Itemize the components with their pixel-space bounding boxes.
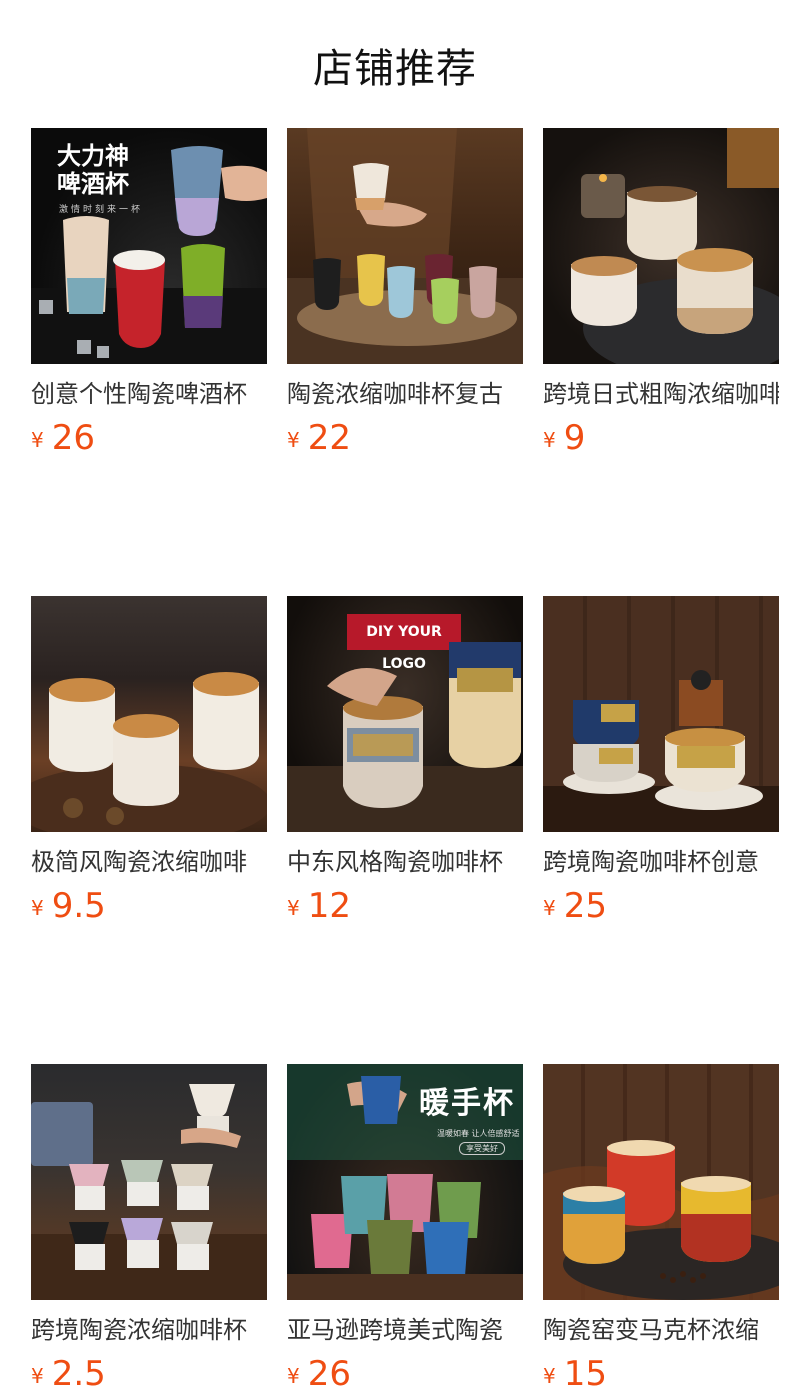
image-caption: 大力神 bbox=[57, 142, 129, 170]
currency-symbol: ¥ bbox=[287, 896, 300, 920]
product-card[interactable]: 极简风陶瓷浓缩咖啡 ¥9.5 bbox=[31, 596, 267, 932]
product-price: ¥22 bbox=[287, 418, 523, 464]
product-name[interactable]: 跨境日式粗陶浓缩咖啡 bbox=[543, 378, 779, 410]
product-price: ¥15 bbox=[543, 1354, 779, 1400]
price-value: 26 bbox=[51, 418, 95, 458]
image-caption: 啤酒杯 bbox=[57, 170, 129, 198]
currency-symbol: ¥ bbox=[31, 428, 44, 452]
price-value: 9.5 bbox=[51, 886, 106, 926]
product-price: ¥12 bbox=[287, 886, 523, 932]
currency-symbol: ¥ bbox=[543, 428, 556, 452]
product-image[interactable]: 大力神 啤酒杯 激情时刻来一杯 bbox=[31, 128, 267, 364]
price-value: 25 bbox=[563, 886, 607, 926]
product-card[interactable]: DIY YOUR LOGO 中东风格陶瓷咖啡杯 ¥12 bbox=[287, 596, 523, 932]
product-name[interactable]: 跨境陶瓷浓缩咖啡杯 bbox=[31, 1314, 267, 1346]
product-price: ¥9 bbox=[543, 418, 779, 464]
product-name[interactable]: 跨境陶瓷咖啡杯创意 bbox=[543, 846, 779, 878]
product-name[interactable]: 亚马逊跨境美式陶瓷 bbox=[287, 1314, 523, 1346]
product-price: ¥2.5 bbox=[31, 1354, 267, 1400]
product-image[interactable] bbox=[287, 128, 523, 364]
product-image[interactable]: 暖手杯 温暖如春 让人倍感舒适 享受美好 bbox=[287, 1064, 523, 1300]
product-card[interactable]: 跨境日式粗陶浓缩咖啡 ¥9 bbox=[543, 128, 779, 464]
image-caption: DIY YOUR LOGO bbox=[366, 624, 442, 672]
currency-symbol: ¥ bbox=[543, 896, 556, 920]
image-caption: 激情时刻来一杯 bbox=[59, 205, 144, 215]
image-caption: 温暖如春 让人倍感舒适 bbox=[437, 1129, 520, 1138]
currency-symbol: ¥ bbox=[31, 896, 44, 920]
price-value: 9 bbox=[563, 418, 586, 458]
product-name[interactable]: 创意个性陶瓷啤酒杯 bbox=[31, 378, 267, 410]
page-title: 店铺推荐 bbox=[313, 46, 477, 92]
product-image[interactable] bbox=[543, 128, 779, 364]
product-price: ¥26 bbox=[287, 1354, 523, 1400]
product-name[interactable]: 陶瓷窑变马克杯浓缩 bbox=[543, 1314, 779, 1346]
product-card[interactable]: 暖手杯 温暖如春 让人倍感舒适 享受美好 亚马逊跨境美式陶瓷 ¥26 bbox=[287, 1064, 523, 1400]
product-image[interactable] bbox=[31, 596, 267, 832]
product-image[interactable] bbox=[543, 1064, 779, 1300]
image-caption: 暖手杯 bbox=[419, 1086, 515, 1121]
price-value: 2.5 bbox=[51, 1354, 106, 1394]
product-name[interactable]: 陶瓷浓缩咖啡杯复古 bbox=[287, 378, 523, 410]
product-image[interactable] bbox=[31, 1064, 267, 1300]
product-card[interactable]: 跨境陶瓷咖啡杯创意 ¥25 bbox=[543, 596, 779, 932]
price-value: 26 bbox=[307, 1354, 351, 1394]
product-card[interactable]: 陶瓷窑变马克杯浓缩 ¥15 bbox=[543, 1064, 779, 1400]
product-price: ¥9.5 bbox=[31, 886, 267, 932]
product-price: ¥25 bbox=[543, 886, 779, 932]
product-card[interactable]: 陶瓷浓缩咖啡杯复古 ¥22 bbox=[287, 128, 523, 464]
product-card[interactable]: 大力神 啤酒杯 激情时刻来一杯 创意个性陶瓷啤酒杯 ¥26 bbox=[31, 128, 267, 464]
product-grid: 大力神 啤酒杯 激情时刻来一杯 创意个性陶瓷啤酒杯 ¥26 陶瓷浓缩咖啡杯复古 … bbox=[31, 128, 779, 1400]
currency-symbol: ¥ bbox=[287, 1364, 300, 1388]
product-image[interactable]: DIY YOUR LOGO bbox=[287, 596, 523, 832]
currency-symbol: ¥ bbox=[543, 1364, 556, 1388]
image-caption: 享受美好 bbox=[459, 1142, 505, 1155]
product-image[interactable] bbox=[543, 596, 779, 832]
product-name[interactable]: 极简风陶瓷浓缩咖啡 bbox=[31, 846, 267, 878]
product-price: ¥26 bbox=[31, 418, 267, 464]
product-card[interactable]: 跨境陶瓷浓缩咖啡杯 ¥2.5 bbox=[31, 1064, 267, 1400]
currency-symbol: ¥ bbox=[31, 1364, 44, 1388]
currency-symbol: ¥ bbox=[287, 428, 300, 452]
price-value: 12 bbox=[307, 886, 351, 926]
price-value: 22 bbox=[307, 418, 351, 458]
product-name[interactable]: 中东风格陶瓷咖啡杯 bbox=[287, 846, 523, 878]
price-value: 15 bbox=[563, 1354, 607, 1394]
